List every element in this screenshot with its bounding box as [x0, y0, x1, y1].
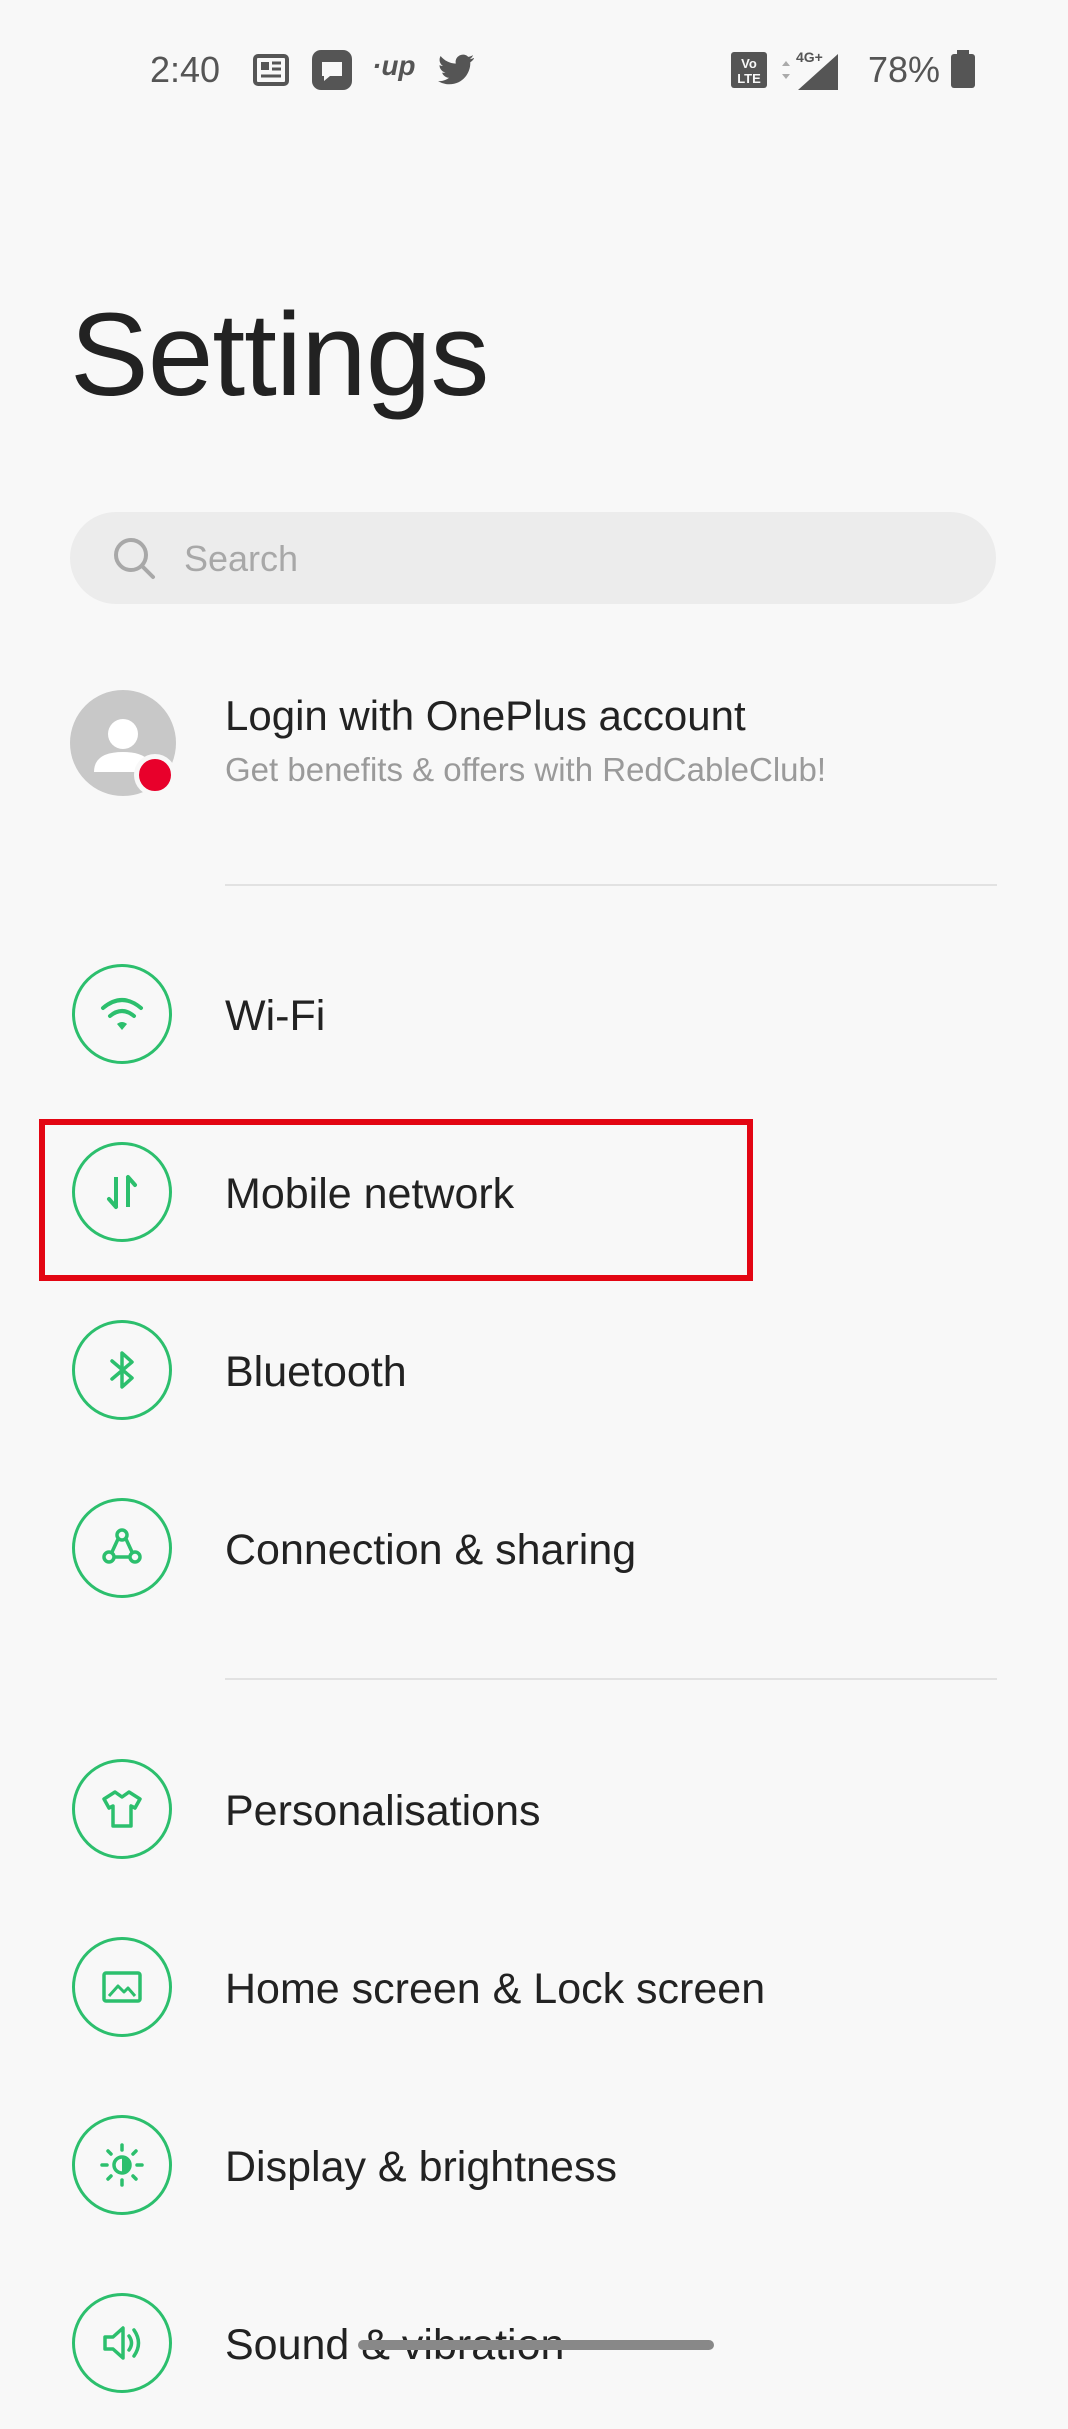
settings-item-label: Bluetooth	[225, 1348, 407, 1396]
news-icon	[250, 48, 294, 92]
divider	[225, 1678, 997, 1680]
volte-icon: Vo LTE	[728, 48, 772, 92]
search-icon	[110, 534, 158, 582]
svg-text:4G+: 4G+	[796, 49, 823, 65]
notification-badge	[134, 754, 176, 796]
battery-icon	[948, 48, 978, 92]
connection-sharing-icon	[72, 1498, 172, 1598]
tshirt-icon	[72, 1759, 172, 1859]
speaker-icon	[72, 2293, 172, 2393]
search-bar[interactable]	[70, 512, 996, 606]
up-icon: ·up	[372, 50, 416, 81]
signal-4g-icon: 4G+	[776, 48, 842, 92]
settings-item-bluetooth[interactable]: Bluetooth	[0, 1286, 1068, 1456]
account-title: Login with OnePlus account	[225, 692, 746, 739]
settings-item-wifi[interactable]: Wi-Fi	[0, 930, 1068, 1100]
wallpaper-icon	[72, 1937, 172, 2037]
status-time: 2:40	[150, 49, 221, 90]
settings-item-display-brightness[interactable]: Display & brightness	[0, 2081, 1068, 2251]
svg-text:Vo: Vo	[741, 56, 757, 71]
settings-item-label: Personalisations	[225, 1787, 541, 1835]
bluetooth-icon	[72, 1320, 172, 1420]
gesture-nav-bar[interactable]	[358, 2340, 714, 2350]
divider	[225, 884, 997, 886]
settings-item-label: Home screen & Lock screen	[225, 1965, 766, 2013]
messaging-icon	[310, 48, 354, 92]
highlight-box	[39, 1119, 753, 1281]
wifi-icon	[72, 964, 172, 1064]
account-subtitle: Get benefits & offers with RedCableClub!	[225, 751, 827, 788]
status-bar: 2:40 ·up Vo LTE 4G+ 78%	[0, 0, 1068, 140]
settings-item-label: Display & brightness	[225, 2143, 617, 2191]
settings-item-label: Connection & sharing	[225, 1526, 637, 1574]
battery-percent: 78%	[868, 49, 941, 90]
settings-item-personalisations[interactable]: Personalisations	[0, 1725, 1068, 1895]
page-title: Settings	[70, 289, 489, 421]
settings-item-connection-sharing[interactable]: Connection & sharing	[0, 1464, 1068, 1634]
svg-text:LTE: LTE	[737, 71, 761, 86]
twitter-icon	[434, 48, 478, 92]
account-login-item[interactable]: Login with OnePlus account Get benefits …	[70, 690, 1000, 800]
settings-item-label: Wi-Fi	[225, 992, 326, 1040]
settings-item-home-lock-screen[interactable]: Home screen & Lock screen	[0, 1903, 1068, 2073]
brightness-icon	[72, 2115, 172, 2215]
search-input[interactable]	[182, 512, 946, 606]
